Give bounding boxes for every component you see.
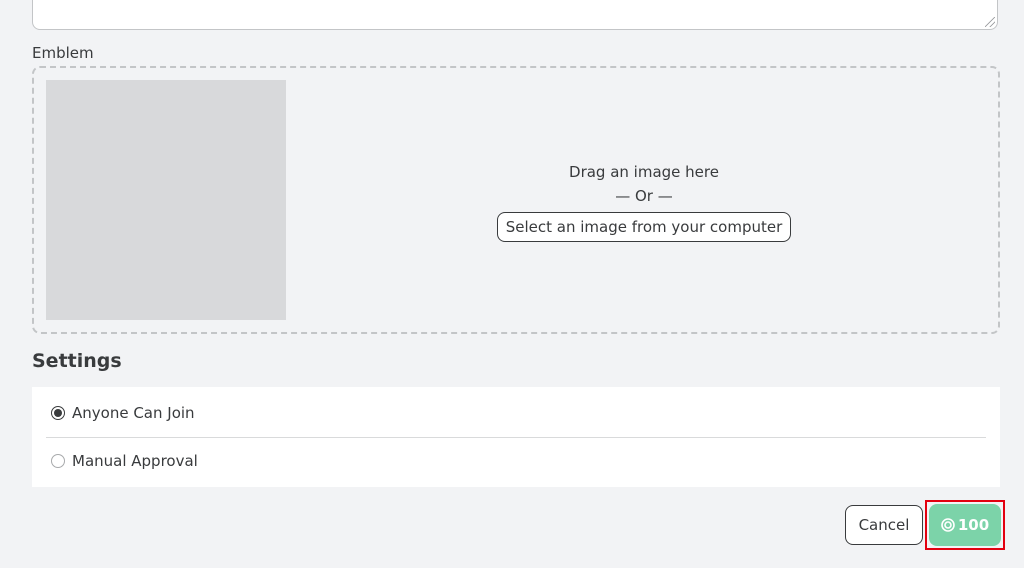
resize-grip-icon[interactable] xyxy=(985,17,995,27)
drag-text: Drag an image here xyxy=(569,163,719,181)
price-label: 100 xyxy=(957,516,990,534)
option-label: Anyone Can Join xyxy=(72,404,195,422)
settings-title: Settings xyxy=(32,350,122,372)
select-image-button[interactable]: Select an image from your computer xyxy=(496,212,792,242)
emblem-preview xyxy=(46,80,286,320)
emblem-dropzone[interactable]: Drag an image here — Or — Select an imag… xyxy=(32,66,1000,334)
description-textarea[interactable] xyxy=(32,0,998,30)
robux-icon xyxy=(941,518,955,532)
cancel-button[interactable]: Cancel xyxy=(845,505,923,545)
purchase-button[interactable]: 100 xyxy=(929,504,1001,546)
or-separator: — Or — xyxy=(615,187,673,205)
emblem-label: Emblem xyxy=(32,44,94,62)
radio-unchecked-icon[interactable] xyxy=(51,454,65,468)
option-label: Manual Approval xyxy=(72,452,198,470)
radio-checked-icon[interactable] xyxy=(51,406,65,420)
settings-panel: Anyone Can Join Manual Approval xyxy=(32,387,1000,487)
option-manual-approval[interactable]: Manual Approval xyxy=(46,437,986,485)
option-anyone-can-join[interactable]: Anyone Can Join xyxy=(46,389,986,438)
dropzone-instructions: Drag an image here — Or — Select an imag… xyxy=(479,160,809,242)
